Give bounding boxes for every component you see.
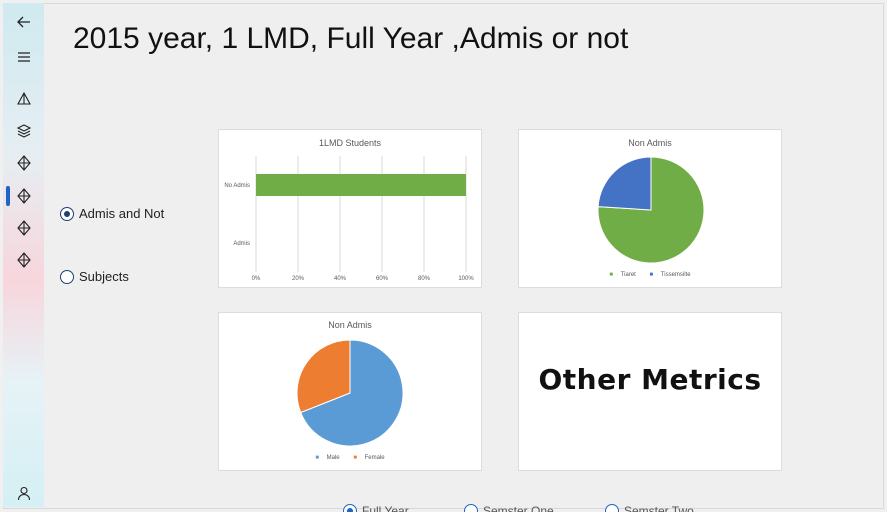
bar-chart-card: 1LMD Students 0% 20% 40% 60% 80% 100% No Admis… bbox=[218, 129, 482, 288]
x-tick-label: 60% bbox=[376, 276, 389, 282]
radio-unselected bbox=[464, 504, 478, 512]
period-selector: Full Year Semster One Semster Two bbox=[0, 500, 887, 512]
other-metrics-card[interactable]: Other Metrics bbox=[518, 312, 782, 471]
radio-semster-two[interactable]: Semster Two bbox=[605, 504, 694, 512]
radio-label: Admis and Not bbox=[79, 206, 165, 221]
radio-label: Semster One bbox=[483, 504, 554, 512]
diamond-icon[interactable] bbox=[3, 244, 44, 276]
legend-item: ■ Female bbox=[353, 455, 385, 461]
radio-label: Subjects bbox=[79, 269, 129, 284]
radio-selected bbox=[343, 504, 357, 512]
x-tick-label: 0% bbox=[252, 276, 261, 282]
chart-legend: ■ Tiaret ■ Tissemsilte bbox=[519, 272, 781, 278]
x-tick-label: 80% bbox=[418, 276, 431, 282]
radio-label: Semster Two bbox=[624, 504, 694, 512]
hamburger-menu-icon[interactable] bbox=[3, 41, 44, 73]
diamond-icon[interactable] bbox=[3, 212, 44, 244]
radio-semster-one[interactable]: Semster One bbox=[464, 504, 554, 512]
legend-item: ■ Male bbox=[315, 455, 340, 461]
pie-chart-gender-card: Non Admis ■ Male ■ Female bbox=[218, 312, 482, 471]
bar[interactable] bbox=[256, 174, 466, 196]
layers-icon[interactable] bbox=[3, 115, 44, 147]
pie-slice[interactable] bbox=[597, 156, 652, 211]
legend-label: Tiaret bbox=[620, 272, 636, 278]
radio-admis-and-not[interactable]: Admis and Not bbox=[60, 206, 164, 221]
radio-subjects[interactable]: Subjects bbox=[60, 269, 129, 284]
radio-label: Full Year bbox=[362, 504, 409, 512]
back-arrow-icon[interactable] bbox=[3, 6, 44, 38]
diamond-icon[interactable] bbox=[3, 147, 44, 179]
sidebar bbox=[3, 3, 44, 507]
bar-chart: 0% 20% 40% 60% 80% 100% No Admis Admis bbox=[224, 156, 474, 282]
x-tick-label: 40% bbox=[334, 276, 347, 282]
pie-chart-region-card: Non Admis ■ Tiaret ■ Tissemsilte bbox=[518, 129, 782, 288]
y-category-label: Admis bbox=[233, 241, 250, 247]
legend-item: ■ Tissemsilte bbox=[649, 272, 691, 278]
x-tick-label: 100% bbox=[458, 276, 474, 282]
pie-chart-gender bbox=[296, 339, 404, 447]
diamond-icon[interactable] bbox=[3, 180, 44, 212]
page-title: 2015 year, 1 LMD, Full Year ,Admis or no… bbox=[73, 22, 629, 55]
legend-label: Male bbox=[326, 455, 340, 461]
x-tick-label: 20% bbox=[292, 276, 305, 282]
legend-label: Female bbox=[364, 455, 385, 461]
radio-unselected bbox=[60, 269, 74, 284]
pie-chart-region bbox=[597, 156, 705, 264]
radio-full-year[interactable]: Full Year bbox=[343, 504, 409, 512]
chart-legend: ■ Male ■ Female bbox=[219, 455, 481, 461]
other-metrics-label: Other Metrics bbox=[538, 363, 762, 396]
radio-selected bbox=[60, 206, 74, 221]
pyramid-icon[interactable] bbox=[3, 83, 44, 115]
radio-unselected bbox=[605, 504, 619, 512]
legend-item: ■ Tiaret bbox=[609, 272, 636, 278]
y-category-label: No Admis bbox=[224, 183, 250, 189]
legend-label: Tissemsilte bbox=[660, 272, 691, 278]
